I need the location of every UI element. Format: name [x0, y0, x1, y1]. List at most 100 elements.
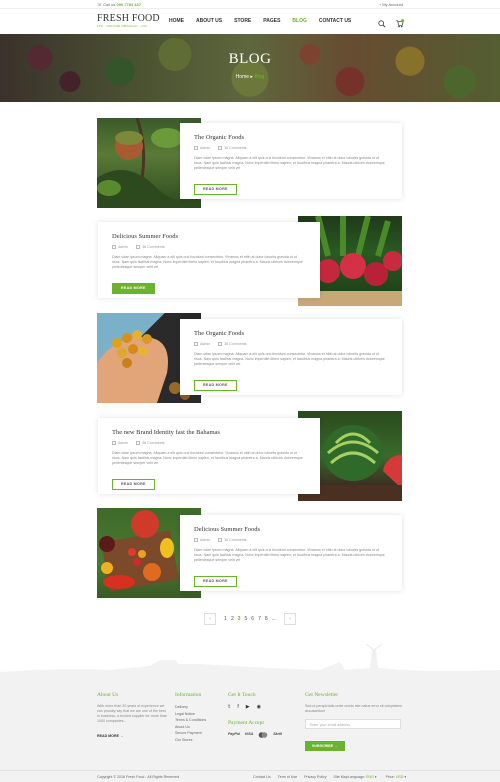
call-number[interactable]: 090 7784 437 — [116, 2, 140, 7]
breadcrumb-home[interactable]: Home — [236, 74, 249, 80]
post-excerpt: Diam vitae ipsum magna. Aliquam a elit q… — [194, 156, 385, 171]
read-more-button[interactable]: READ MORE — [112, 282, 155, 294]
twitter-icon[interactable]: 𝕥 — [228, 704, 230, 710]
read-more-button[interactable]: READ MORE — [194, 183, 237, 195]
page-link-active[interactable]: 3 — [238, 616, 241, 622]
comment-icon — [136, 441, 141, 446]
paypal-logo: PayPal — [228, 732, 240, 736]
footer-read-more-link[interactable]: READ MORE → — [97, 734, 124, 738]
bottom-links: Contact Us Term of Use Privacy Policy Si… — [253, 775, 348, 779]
read-more-button[interactable]: READ MORE — [112, 478, 155, 490]
post-comments[interactable]: 36 Comments — [224, 146, 246, 150]
subscribe-button[interactable]: SUBSCRIBE → — [305, 741, 345, 751]
page-link[interactable]: 5 — [245, 616, 248, 622]
read-more-button[interactable]: READ MORE — [194, 379, 237, 391]
read-more-button[interactable]: READ MORE — [194, 575, 237, 587]
chevron-down-icon: ▾ — [374, 775, 377, 779]
visa-logo: VISA — [244, 732, 254, 736]
search-icon[interactable] — [378, 15, 386, 28]
footer-touch-title: Get It Touch — [228, 692, 256, 698]
call-info: ☏ Call us 090 7784 437 — [97, 2, 141, 7]
page-link[interactable]: 7 — [258, 616, 261, 622]
footer-information-title: Information — [175, 692, 202, 698]
post-title[interactable]: Delicious Summer Foods — [112, 233, 306, 240]
comment-icon — [218, 146, 223, 151]
locale-selectors: Language: ENG ▾ Price: USD ▾ — [348, 775, 406, 779]
youtube-icon[interactable]: ▶ — [246, 704, 250, 710]
post-title[interactable]: The Organic Foods — [194, 134, 388, 141]
my-account-link[interactable]: ◔ My Account — [379, 2, 403, 7]
post-meta: Admin 36 Comments — [194, 538, 388, 543]
post-meta: Admin 36 Comments — [194, 146, 388, 151]
pagination-next[interactable]: › — [283, 613, 296, 625]
bottom-link[interactable]: Privacy Policy — [304, 775, 326, 779]
post-title[interactable]: The new Brand Identity fast the Bahamas — [112, 429, 306, 436]
post-author[interactable]: Admin — [118, 245, 128, 249]
page-title: BLOG — [228, 51, 272, 67]
nav-home[interactable]: HOME — [169, 18, 184, 24]
post-title[interactable]: Delicious Summer Foods — [194, 526, 388, 533]
user-icon — [112, 441, 116, 446]
post-author[interactable]: Admin — [118, 441, 128, 445]
footer-link[interactable]: Our Stores — [175, 737, 220, 744]
comment-icon — [218, 538, 223, 543]
post-meta: Admin 36 Comments — [112, 441, 306, 446]
post-title[interactable]: The Organic Foods — [194, 330, 388, 337]
nav-store[interactable]: STORE — [234, 18, 251, 24]
footer-touch: Get It Touch 𝕥 f ▶ ◉ Payment Accept PayP… — [228, 692, 298, 739]
post-comments[interactable]: 36 Comments — [142, 441, 164, 445]
page-link[interactable]: 2 — [231, 616, 234, 622]
newsletter-email-input[interactable]: Enter your email address — [305, 719, 401, 729]
my-account-label[interactable]: My Account — [382, 2, 403, 7]
price-value[interactable]: USD — [396, 775, 404, 779]
site-footer: About Us With more than 20 years of expe… — [0, 682, 500, 770]
post-comments[interactable]: 36 Comments — [224, 538, 246, 542]
post-card: Delicious Summer Foods Admin 36 Comments… — [98, 222, 320, 298]
post-comments[interactable]: 36 Comments — [224, 342, 246, 346]
post-author[interactable]: Admin — [200, 538, 210, 542]
post-excerpt: Diam vitae ipsum magna. Aliquam a elit q… — [112, 451, 303, 466]
page-link[interactable]: 1 — [224, 616, 227, 622]
post-card: The Organic Foods Admin 36 Comments Diam… — [180, 123, 402, 199]
rss-icon[interactable]: ◉ — [257, 704, 261, 710]
bottom-link[interactable]: Site Map — [334, 775, 348, 779]
footer-about-text: With more than 20 years of experience we… — [97, 704, 167, 723]
bottom-link[interactable]: Contact Us — [253, 775, 271, 779]
logo[interactable]: FRESH FOOD 100 · NATURE ORGANIC · 100 — [97, 13, 160, 28]
comment-icon — [136, 245, 141, 250]
footer-information: Information Delivery Legal Notice Terms … — [175, 692, 220, 743]
user-icon — [194, 538, 198, 543]
cart-icon[interactable] — [395, 15, 405, 28]
farm-silhouette — [0, 643, 500, 682]
subscribe-label[interactable]: SUBSCRIBE — [312, 744, 333, 748]
footer-about: About Us With more than 20 years of expe… — [97, 692, 167, 742]
facebook-icon[interactable]: f — [237, 704, 238, 710]
post-author[interactable]: Admin — [200, 342, 210, 346]
header-icons — [378, 15, 405, 28]
language-label: Language — [348, 775, 364, 779]
footer-read-more-label[interactable]: READ MORE — [97, 734, 119, 738]
breadcrumb: Home ▸ Blog — [0, 74, 500, 80]
post-author[interactable]: Admin — [200, 146, 210, 150]
post-card: Delicious Summer Foods Admin 36 Comments… — [180, 515, 402, 591]
call-label: Call us — [103, 2, 116, 7]
nav-contact-us[interactable]: CONTACT US — [319, 18, 351, 24]
bottom-link[interactable]: Term of Use — [278, 775, 297, 779]
page-link[interactable]: 6 — [251, 616, 254, 622]
post-comments[interactable]: 36 Comments — [142, 245, 164, 249]
pagination-prev[interactable]: ‹ — [204, 613, 216, 625]
logo-text[interactable]: FRESH FOOD — [97, 13, 160, 24]
nav-about-us[interactable]: ABOUT US — [196, 18, 222, 24]
nav-pages[interactable]: PAGES — [263, 18, 280, 24]
post-card: The Organic Foods Admin 36 Comments Diam… — [180, 319, 402, 395]
mastercard-logo — [258, 732, 268, 739]
arrow-right-icon: → — [334, 744, 338, 748]
nav-blog[interactable]: BLOG — [292, 18, 306, 24]
breadcrumb-current: Blog — [254, 74, 265, 80]
price-selector[interactable]: Price: USD ▾ — [386, 775, 407, 779]
language-value[interactable]: ENG — [366, 775, 374, 779]
language-selector[interactable]: Language: ENG ▾ — [348, 775, 377, 779]
footer-payment-title: Payment Accept — [228, 720, 264, 726]
post-excerpt: Diam vitae ipsum magna. Aliquam a elit q… — [194, 352, 385, 367]
page-link[interactable]: 8 — [265, 616, 268, 622]
